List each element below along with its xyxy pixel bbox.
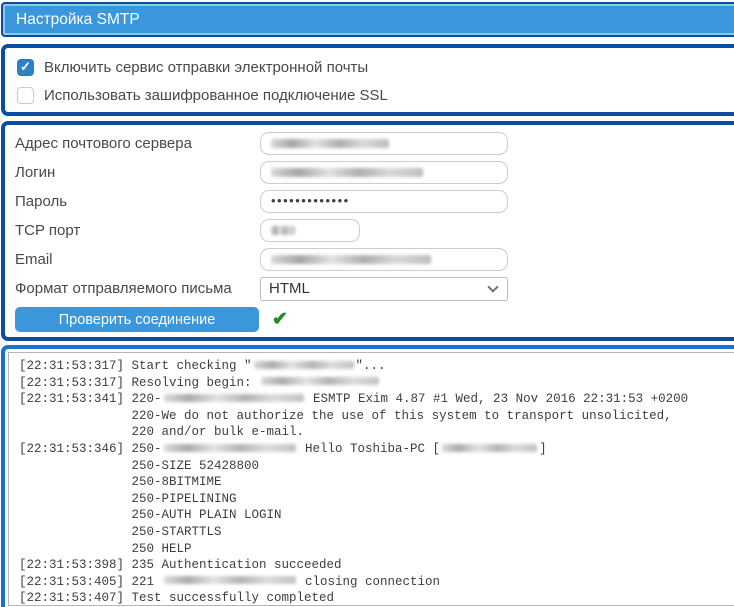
format-selected-value: HTML [269, 280, 310, 297]
log-section: [22:31:53:317] Start checking " "... [22:3… [1, 345, 734, 607]
login-label: Логин [15, 164, 56, 181]
log-text: [22:31:53:346] 250- [19, 441, 162, 456]
log-output[interactable]: [22:31:53:317] Start checking " "... [22:3… [8, 352, 734, 606]
email-label: Email [15, 251, 53, 268]
log-text: ESMTP Exim 4.87 #1 Wed, 23 Nov 2016 22:3… [305, 392, 689, 407]
log-text: 250-AUTH PLAIN LOGIN [19, 508, 282, 523]
page-title: Настройка SMTP [16, 10, 140, 28]
log-text: "... [355, 359, 386, 373]
checkbox-check-icon: ✓ [20, 59, 31, 74]
log-line: [22:31:53:317] Resolving begin: [19, 375, 734, 392]
test-connection-button[interactable]: Проверить соединение [15, 307, 259, 332]
log-text: [22:31:53:407] Test successfully complet… [19, 591, 335, 606]
checkbox-section: ✓ Включить сервис отправки электронной п… [1, 44, 734, 116]
use-ssl-label: Использовать зашифрованное подключение S… [44, 86, 388, 104]
server-input[interactable] [260, 132, 508, 155]
log-text: [22:31:53:405] 221 [19, 574, 162, 589]
password-input[interactable]: ••••••••••••• [260, 190, 508, 213]
log-line: 250-SIZE 52428800 [19, 458, 734, 475]
log-line: 250-AUTH PLAIN LOGIN [19, 507, 734, 524]
redacted-text [253, 360, 354, 369]
server-label: Адрес почтового сервера [15, 135, 192, 152]
log-text: 220-We do not authorize the use of this … [19, 408, 672, 423]
log-line: 250 HELP [19, 541, 734, 558]
tcp-port-label: TCP порт [15, 222, 81, 239]
server-row: Адрес почтового сервера [15, 129, 734, 158]
log-text: 250-8BITMIME [19, 475, 222, 490]
log-text: 250-PIPELINING [19, 491, 237, 506]
log-text: 250 HELP [19, 541, 192, 556]
redacted-value [271, 168, 423, 177]
enable-email-row: ✓ Включить сервис отправки электронной п… [17, 53, 726, 81]
login-input[interactable] [260, 161, 508, 184]
success-check-icon: ✔ [272, 309, 288, 330]
redacted-value [271, 139, 389, 148]
log-line: 220-We do not authorize the use of this … [19, 408, 734, 425]
redacted-text [163, 393, 304, 402]
log-line: [22:31:53:398] 235 Authentication succee… [19, 557, 734, 574]
log-text: 250-STARTTLS [19, 524, 222, 539]
tcp-port-row: TCP порт [15, 216, 734, 245]
format-select[interactable]: HTML [260, 276, 508, 301]
log-line: 250-STARTTLS [19, 524, 734, 541]
log-line: 250-8BITMIME [19, 474, 734, 491]
format-row: Формат отправляемого письма HTML [15, 274, 734, 303]
redacted-value [271, 255, 431, 264]
log-line: [22:31:53:317] Start checking " "... [19, 358, 734, 375]
password-label: Пароль [15, 193, 68, 210]
redacted-text [261, 377, 380, 386]
log-text: closing connection [297, 574, 441, 589]
format-label: Формат отправляемого письма [15, 280, 232, 297]
log-text: [22:31:53:317] Start checking " [19, 359, 252, 373]
chevron-down-icon [487, 280, 499, 293]
log-text: [22:31:53:341] 220- [19, 392, 162, 407]
log-line: [22:31:53:405] 221 closing connection [19, 574, 734, 591]
log-text: Hello Toshiba-PC [ [297, 441, 441, 456]
log-text: [22:31:53:398] 235 Authentication succee… [19, 558, 342, 573]
use-ssl-row: ✓ Использовать зашифрованное подключение… [17, 81, 726, 109]
log-text: [22:31:53:317] Resolving begin: [19, 375, 260, 390]
log-text: ] [539, 441, 547, 456]
email-row: Email [15, 245, 734, 274]
log-line: [22:31:53:341] 220- ESMTP Exim 4.87 #1 W… [19, 391, 734, 408]
test-connection-row: Проверить соединение ✔ [15, 304, 734, 335]
form-section: Адрес почтового сервера Логин Пароль •••… [1, 121, 734, 341]
enable-email-checkbox[interactable]: ✓ [17, 58, 34, 76]
masked-password: ••••••••••••• [271, 192, 350, 208]
email-input[interactable] [260, 248, 508, 271]
redacted-value [271, 226, 295, 235]
login-row: Логин [15, 158, 734, 187]
redacted-text [163, 576, 296, 585]
log-text: 220 and/or bulk e-mail. [19, 425, 305, 440]
redacted-text [442, 443, 538, 452]
enable-email-label: Включить сервис отправки электронной поч… [44, 58, 369, 76]
log-line: [22:31:53:407] Test successfully complet… [19, 590, 734, 606]
password-row: Пароль ••••••••••••• [15, 187, 734, 216]
log-line: 250-PIPELINING [19, 491, 734, 508]
log-line: [22:31:53:346] 250- Hello Toshiba-PC [] [19, 441, 734, 458]
smtp-settings-panel: Настройка SMTP ✓ Включить сервис отправк… [0, 0, 734, 607]
panel-header: Настройка SMTP [1, 2, 734, 37]
log-text: 250-SIZE 52428800 [19, 458, 260, 473]
use-ssl-checkbox[interactable]: ✓ [17, 86, 34, 104]
tcp-port-input[interactable] [260, 219, 360, 242]
redacted-text [163, 443, 296, 452]
log-line: 220 and/or bulk e-mail. [19, 424, 734, 441]
